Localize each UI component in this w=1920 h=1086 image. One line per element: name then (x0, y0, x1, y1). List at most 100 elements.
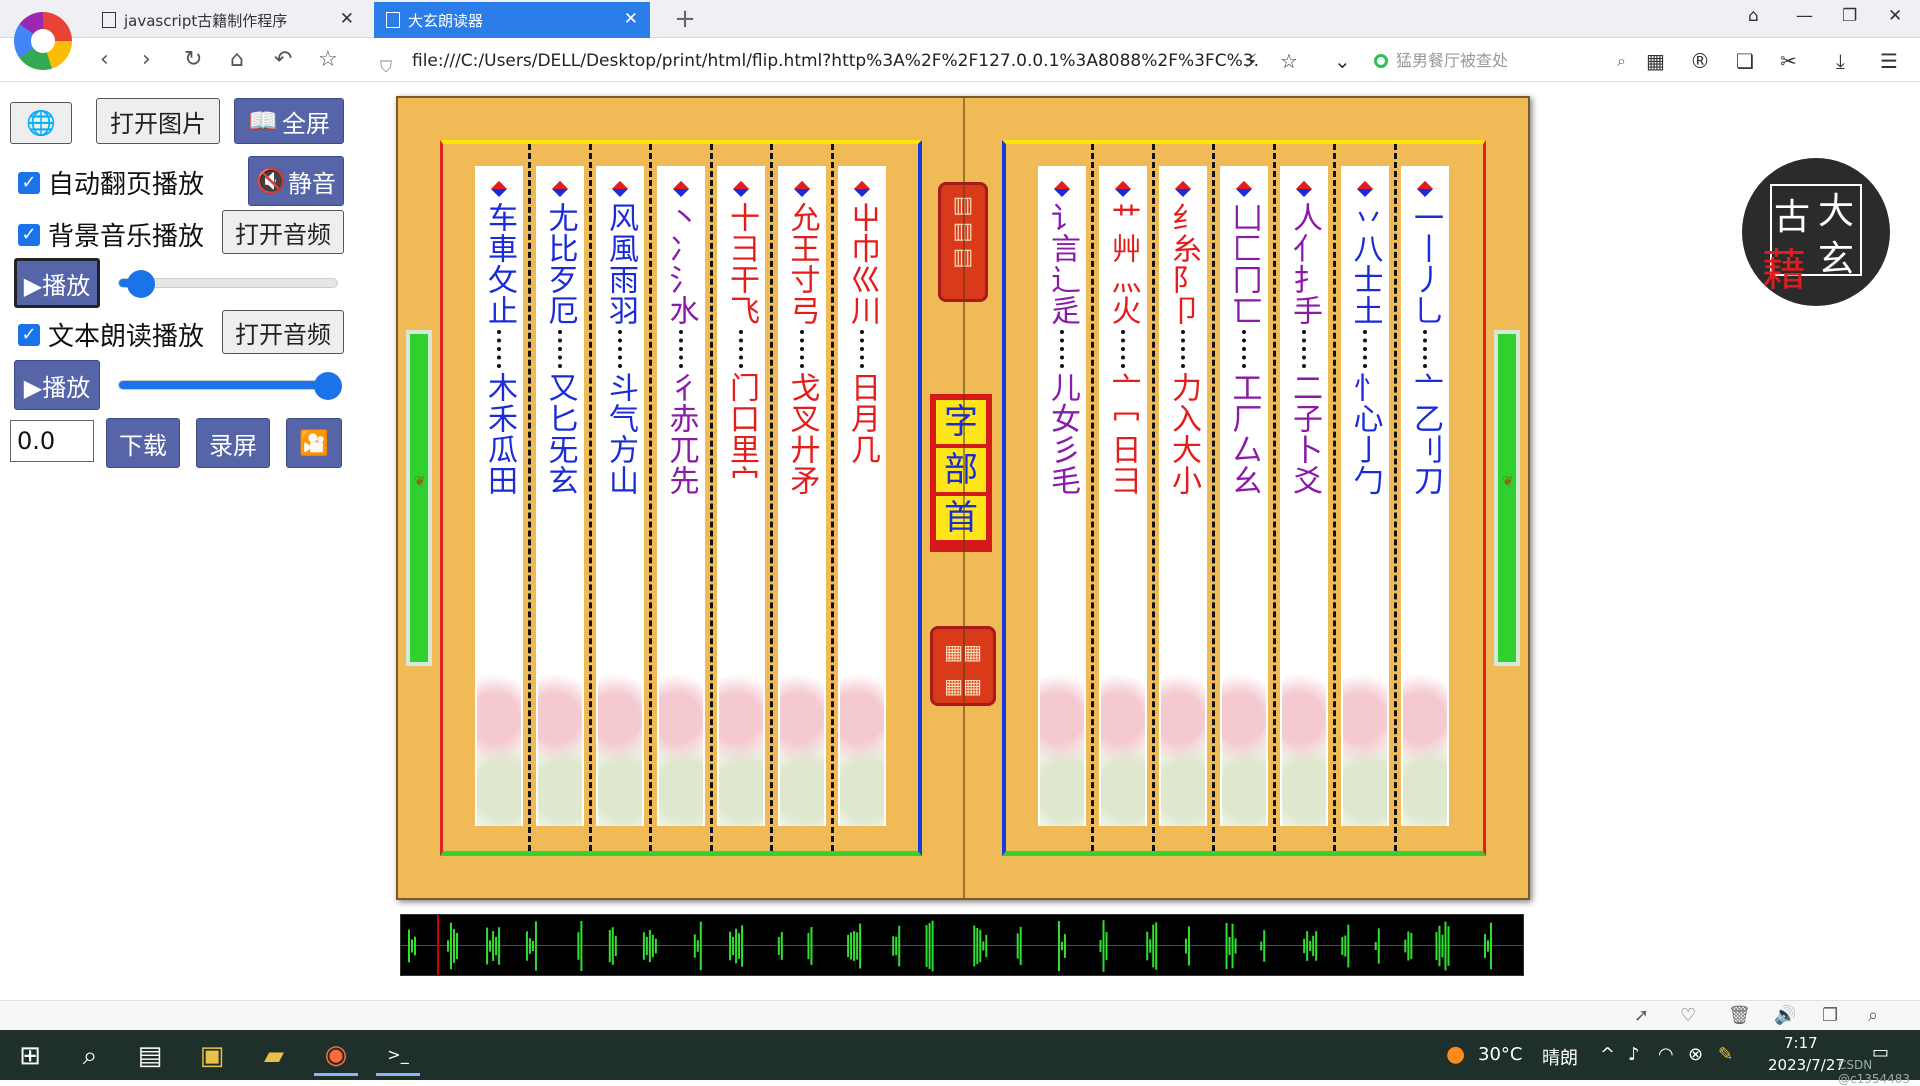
radical-top-text: 一丨丿乚 (1408, 202, 1443, 326)
radical-column[interactable]: 车車攵止 木禾瓜田 (475, 166, 523, 826)
fullscreen-button[interactable]: 📖 全屏 (234, 98, 344, 144)
radical-column[interactable]: 艹艸灬火 亠冖日彐 (1098, 166, 1147, 826)
radical-column[interactable]: 丶冫氵水 彳赤兀先 (656, 166, 705, 826)
audio-waveform[interactable] (400, 914, 1524, 976)
search-icon[interactable]: ⌕ (68, 1036, 112, 1076)
forward-icon[interactable]: › (142, 48, 151, 72)
search-box[interactable]: 猛男餐厅被查处 ⌕ (1370, 46, 1628, 76)
bg-play-button[interactable]: ▶播放 (14, 258, 100, 308)
radical-top-text: 讠言辶辵 (1045, 202, 1080, 326)
search-icon[interactable]: ⌕ (1617, 46, 1626, 76)
minimize-icon[interactable]: — (1796, 6, 1813, 26)
scissors-icon[interactable]: ✂ (1780, 50, 1797, 72)
radical-column[interactable]: 丷八士土 忄心亅勹 (1340, 166, 1389, 826)
radical-column[interactable]: 一丨丿乚 亠乙刂刀 (1401, 166, 1449, 826)
restore-icon[interactable]: ❐ (1842, 6, 1857, 26)
notification-icon[interactable]: ▭ (1872, 1042, 1889, 1063)
time-input[interactable]: 0.0 (10, 420, 94, 462)
checkbox-checked-icon[interactable]: ✓ (18, 223, 40, 246)
apps-grid-icon[interactable]: ▦ (1646, 50, 1665, 72)
menu-icon[interactable]: ☰ (1880, 50, 1898, 72)
window-icon[interactable]: ❐ (1822, 1005, 1838, 1026)
language-button[interactable]: 🌐 (10, 102, 72, 144)
radical-column[interactable]: 十彐干飞 门口里宀 (717, 166, 765, 826)
rocket-icon[interactable]: ➚ (1634, 1005, 1649, 1026)
dropdown-icon[interactable]: ⌄ (1334, 50, 1351, 72)
collections-icon[interactable]: ❏ (1736, 50, 1754, 72)
wifi-icon[interactable]: ◠ (1658, 1044, 1674, 1065)
close-window-icon[interactable]: ✕ (1888, 6, 1902, 26)
close-icon[interactable]: ✕ (624, 9, 638, 29)
dashed-separator (528, 144, 531, 851)
input-method-icon[interactable]: ✎ (1718, 1044, 1733, 1065)
bg-volume-knob[interactable] (127, 270, 155, 298)
radical-column[interactable]: 人亻扌手 二子卜爻 (1280, 166, 1328, 826)
tab-daxuan-reader[interactable]: 大玄朗读器 ✕ (374, 2, 650, 38)
trash-icon[interactable]: 🗑 (1728, 1005, 1751, 1026)
open-bg-audio-button[interactable]: 打开音频 (222, 210, 344, 254)
radical-column[interactable]: 风風雨羽 斗气方山 (596, 166, 644, 826)
close-icon[interactable]: ✕ (340, 9, 354, 29)
auto-flip-option[interactable]: ✓ 自动翻页播放 (18, 164, 204, 201)
radical-bottom-text: 日月几 (845, 372, 880, 465)
record-screen-button[interactable]: 录屏 (196, 418, 270, 468)
radical-top-text: 车車攵止 (482, 202, 517, 326)
r-extension-icon[interactable]: ® (1690, 50, 1710, 72)
new-tab-button[interactable]: + (668, 2, 702, 36)
radical-column[interactable]: 尢比歹厄 又匕旡玄 (535, 166, 584, 826)
download-icon[interactable]: ⤓ (1836, 50, 1845, 72)
download-button[interactable]: 下载 (106, 418, 180, 468)
diamond-icon (1054, 181, 1070, 197)
browser-app-icon[interactable]: ◉ (314, 1036, 358, 1076)
read-volume-slider[interactable] (118, 372, 342, 400)
tab-bar: javascript古籍制作程序 ✕ 大玄朗读器 ✕ + ⌂ — ❐ ✕ (0, 0, 1920, 70)
radical-bottom-text: 力入大小 (1166, 372, 1201, 496)
browser-logo-icon[interactable] (14, 12, 72, 70)
heartbeat-icon[interactable]: ♡ (1680, 1005, 1696, 1026)
radical-column[interactable]: 讠言辶辵 儿女彡毛 (1038, 166, 1086, 826)
reload-icon[interactable]: ↻ (184, 48, 202, 72)
bookmark-star-icon[interactable]: ☆ (318, 48, 338, 72)
bg-volume-slider[interactable] (118, 270, 338, 298)
mute-button[interactable]: 🔇 静音 (248, 156, 344, 206)
video-call-button[interactable]: 🎦 (286, 418, 342, 468)
home-icon[interactable]: ⌂ (230, 48, 244, 72)
skin-icon[interactable]: ⌂ (1748, 6, 1759, 26)
back-icon[interactable]: ‹ (100, 48, 109, 72)
radical-column[interactable]: 凵匚冂匸 工厂厶幺 (1219, 166, 1268, 826)
book-viewer[interactable]: ❦ ❦ 车車攵止 木禾瓜田 尢比歹厄 又匕旡玄 风風雨羽 斗气方山 丶冫氵水 彳赤兀先 十彐干飞… (396, 96, 1530, 900)
favorite-icon[interactable]: ☆ (1280, 50, 1298, 72)
dashed-separator (588, 144, 592, 851)
volume-icon[interactable]: ♪ (1628, 1044, 1640, 1065)
clock-date[interactable]: 2023/7/27 (1768, 1056, 1845, 1074)
radical-column[interactable]: 允王寸弓 戈叉廾矛 (777, 166, 826, 826)
top-seal: ▥ ▥ ▥ (938, 182, 988, 302)
text-read-option[interactable]: ✓ 文本朗读播放 (18, 316, 204, 353)
file-explorer-icon[interactable]: ▰ (252, 1036, 296, 1076)
radical-column[interactable]: 纟糸阝卩 力入大小 (1159, 166, 1207, 826)
radical-column[interactable]: 屮巾巛川 日月几 (838, 166, 886, 826)
radical-bottom-text: 门口里宀 (724, 372, 759, 496)
read-volume-knob[interactable] (314, 372, 342, 400)
open-image-button[interactable]: 打开图片 (96, 98, 220, 144)
playhead-cursor[interactable] (437, 915, 439, 975)
chevron-up-icon[interactable]: ^ (1600, 1044, 1615, 1065)
zoom-icon[interactable]: ⌕ (1868, 1005, 1878, 1026)
task-view-icon[interactable]: ▤ (128, 1036, 172, 1076)
read-play-button[interactable]: ▶播放 (14, 360, 100, 410)
bg-music-option[interactable]: ✓ 背景音乐播放 (18, 216, 204, 253)
store-icon[interactable]: ▣ (190, 1036, 234, 1076)
terminal-icon[interactable]: >_ (376, 1036, 420, 1076)
diamond-icon (854, 181, 870, 197)
windows-start-icon[interactable]: ⊞ (8, 1036, 52, 1076)
blocked-icon[interactable]: ⊗ (1688, 1044, 1703, 1065)
lightning-icon[interactable]: ⚡ (1244, 50, 1258, 72)
tab-ancient-book-maker[interactable]: javascript古籍制作程序 ✕ (90, 2, 366, 38)
address-bar[interactable]: ⛉ file:///C:/Users/DELL/Desktop/print/ht… (374, 46, 1328, 76)
clock-time[interactable]: 7:17 (1784, 1034, 1818, 1052)
open-read-audio-button[interactable]: 打开音频 (222, 310, 344, 354)
checkbox-checked-icon[interactable]: ✓ (18, 323, 40, 346)
sound-icon[interactable]: 🔊 (1774, 1005, 1796, 1026)
checkbox-checked-icon[interactable]: ✓ (18, 171, 40, 194)
undo-close-icon[interactable]: ↶ (274, 48, 292, 72)
